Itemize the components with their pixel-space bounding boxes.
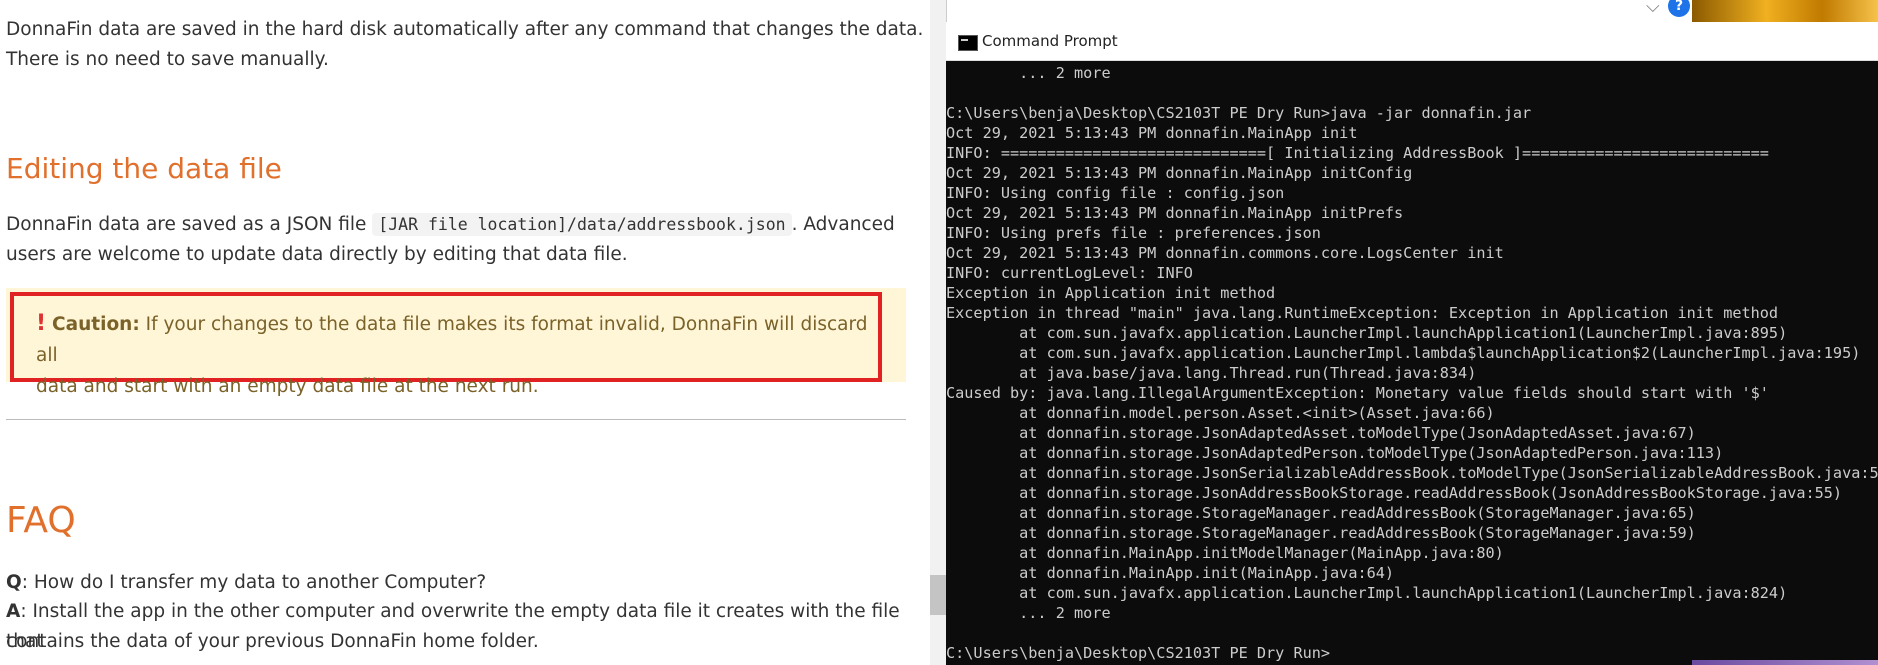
command-prompt-titlebar[interactable]: Command Prompt	[946, 24, 1878, 61]
json-file-text: DonnaFin data are saved as a JSON file	[6, 214, 373, 235]
faq-q-text: : How do I transfer my data to another C…	[21, 572, 487, 593]
documentation-page: DonnaFin data are saved in the hard disk…	[0, 0, 930, 665]
caution-text: ! Caution: If your changes to the data fi…	[36, 308, 876, 402]
page-scrollbar-thumb[interactable]	[930, 575, 946, 615]
console-line: Oct 29, 2021 5:13:43 PM donnafin.commons…	[946, 244, 1504, 262]
console-line: at donnafin.storage.JsonAdaptedPerson.to…	[946, 444, 1724, 462]
caution-line1: If your changes to the data file makes i…	[36, 314, 868, 366]
chevron-down-icon[interactable]: ⌵	[1646, 0, 1660, 17]
json-file-paragraph-line1: DonnaFin data are saved as a JSON file […	[6, 210, 895, 240]
console-line: INFO: currentLogLevel: INFO	[946, 264, 1193, 282]
console-line: at com.sun.javafx.application.LauncherIm…	[946, 344, 1861, 362]
faq-heading: FAQ	[6, 500, 76, 541]
caution-box-highlight: ! Caution: If your changes to the data fi…	[10, 292, 882, 397]
console-line: INFO: Using config file : config.json	[946, 184, 1285, 202]
caution-label: Caution:	[52, 314, 140, 335]
console-line: at donnafin.storage.JsonSerializableAddr…	[946, 464, 1878, 482]
console-line: INFO: =============================[ Ini…	[946, 144, 1769, 162]
console-line: Exception in thread "main" java.lang.Run…	[946, 304, 1779, 322]
console-lines: ... 2 more C:\Users\benja\Desktop\CS2103T…	[946, 63, 1878, 663]
console-line: Oct 29, 2021 5:13:43 PM donnafin.MainApp…	[946, 164, 1413, 182]
page-scrollbar-track[interactable]	[930, 0, 946, 665]
console-line: at donnafin.MainApp.init(MainApp.java:64…	[946, 564, 1395, 582]
console-line: at donnafin.storage.StorageManager.readA…	[946, 504, 1696, 522]
json-file-paragraph-line2: users are welcome to update data directl…	[6, 244, 628, 265]
editing-data-file-heading: Editing the data file	[6, 152, 282, 185]
autosave-paragraph-line2: There is no need to save manually.	[6, 49, 329, 70]
console-line: Oct 29, 2021 5:13:43 PM donnafin.MainApp…	[946, 124, 1358, 142]
json-file-path-code: [JAR file location]/data/addressbook.jso…	[372, 213, 792, 236]
console-line: ... 2 more	[946, 64, 1111, 82]
console-line: ... 2 more	[946, 604, 1111, 622]
console-line: INFO: Using prefs file : preferences.jso…	[946, 224, 1321, 242]
faq-question: Q: How do I transfer my data to another …	[6, 568, 486, 598]
console-line: Oct 29, 2021 5:13:43 PM donnafin.MainApp…	[946, 204, 1404, 222]
faq-answer-line2: contains the data of your previous Donna…	[6, 631, 539, 652]
command-prompt-title: Command Prompt	[982, 32, 1118, 50]
autosave-paragraph-line1: DonnaFin data are saved in the hard disk…	[6, 19, 924, 40]
faq-a-label: A	[6, 601, 21, 622]
json-file-text-end: . Advanced	[791, 214, 895, 235]
command-prompt-window[interactable]: Command Prompt ... 2 more C:\Users\benja\…	[946, 24, 1878, 665]
console-line: C:\Users\benja\Desktop\CS2103T PE Dry Ru…	[946, 104, 1532, 122]
wallpaper-image	[1692, 0, 1878, 22]
console-output[interactable]: ... 2 more C:\Users\benja\Desktop\CS2103T…	[946, 61, 1878, 665]
console-line: Exception in Application init method	[946, 284, 1276, 302]
exclamation-icon: !	[36, 311, 47, 336]
caution-line2: data and start with an empty data file a…	[36, 376, 539, 397]
console-line: at donnafin.storage.JsonAddressBookStora…	[946, 484, 1843, 502]
console-line: at com.sun.javafx.application.LauncherIm…	[946, 324, 1788, 342]
console-line: at donnafin.MainApp.initModelManager(Mai…	[946, 544, 1504, 562]
console-line: at donnafin.model.person.Asset.<init>(As…	[946, 404, 1495, 422]
section-divider	[6, 419, 906, 420]
console-line: at java.base/java.lang.Thread.run(Thread…	[946, 364, 1477, 382]
console-line: at donnafin.storage.StorageManager.readA…	[946, 524, 1696, 542]
console-icon	[958, 35, 978, 51]
wallpaper-edge	[1692, 660, 1878, 665]
console-line: at com.sun.javafx.application.LauncherIm…	[946, 584, 1788, 602]
console-line: at donnafin.storage.JsonAdaptedAsset.toM…	[946, 424, 1696, 442]
faq-q-label: Q	[6, 572, 22, 593]
console-line: Caused by: java.lang.IllegalArgumentExce…	[946, 384, 1769, 402]
